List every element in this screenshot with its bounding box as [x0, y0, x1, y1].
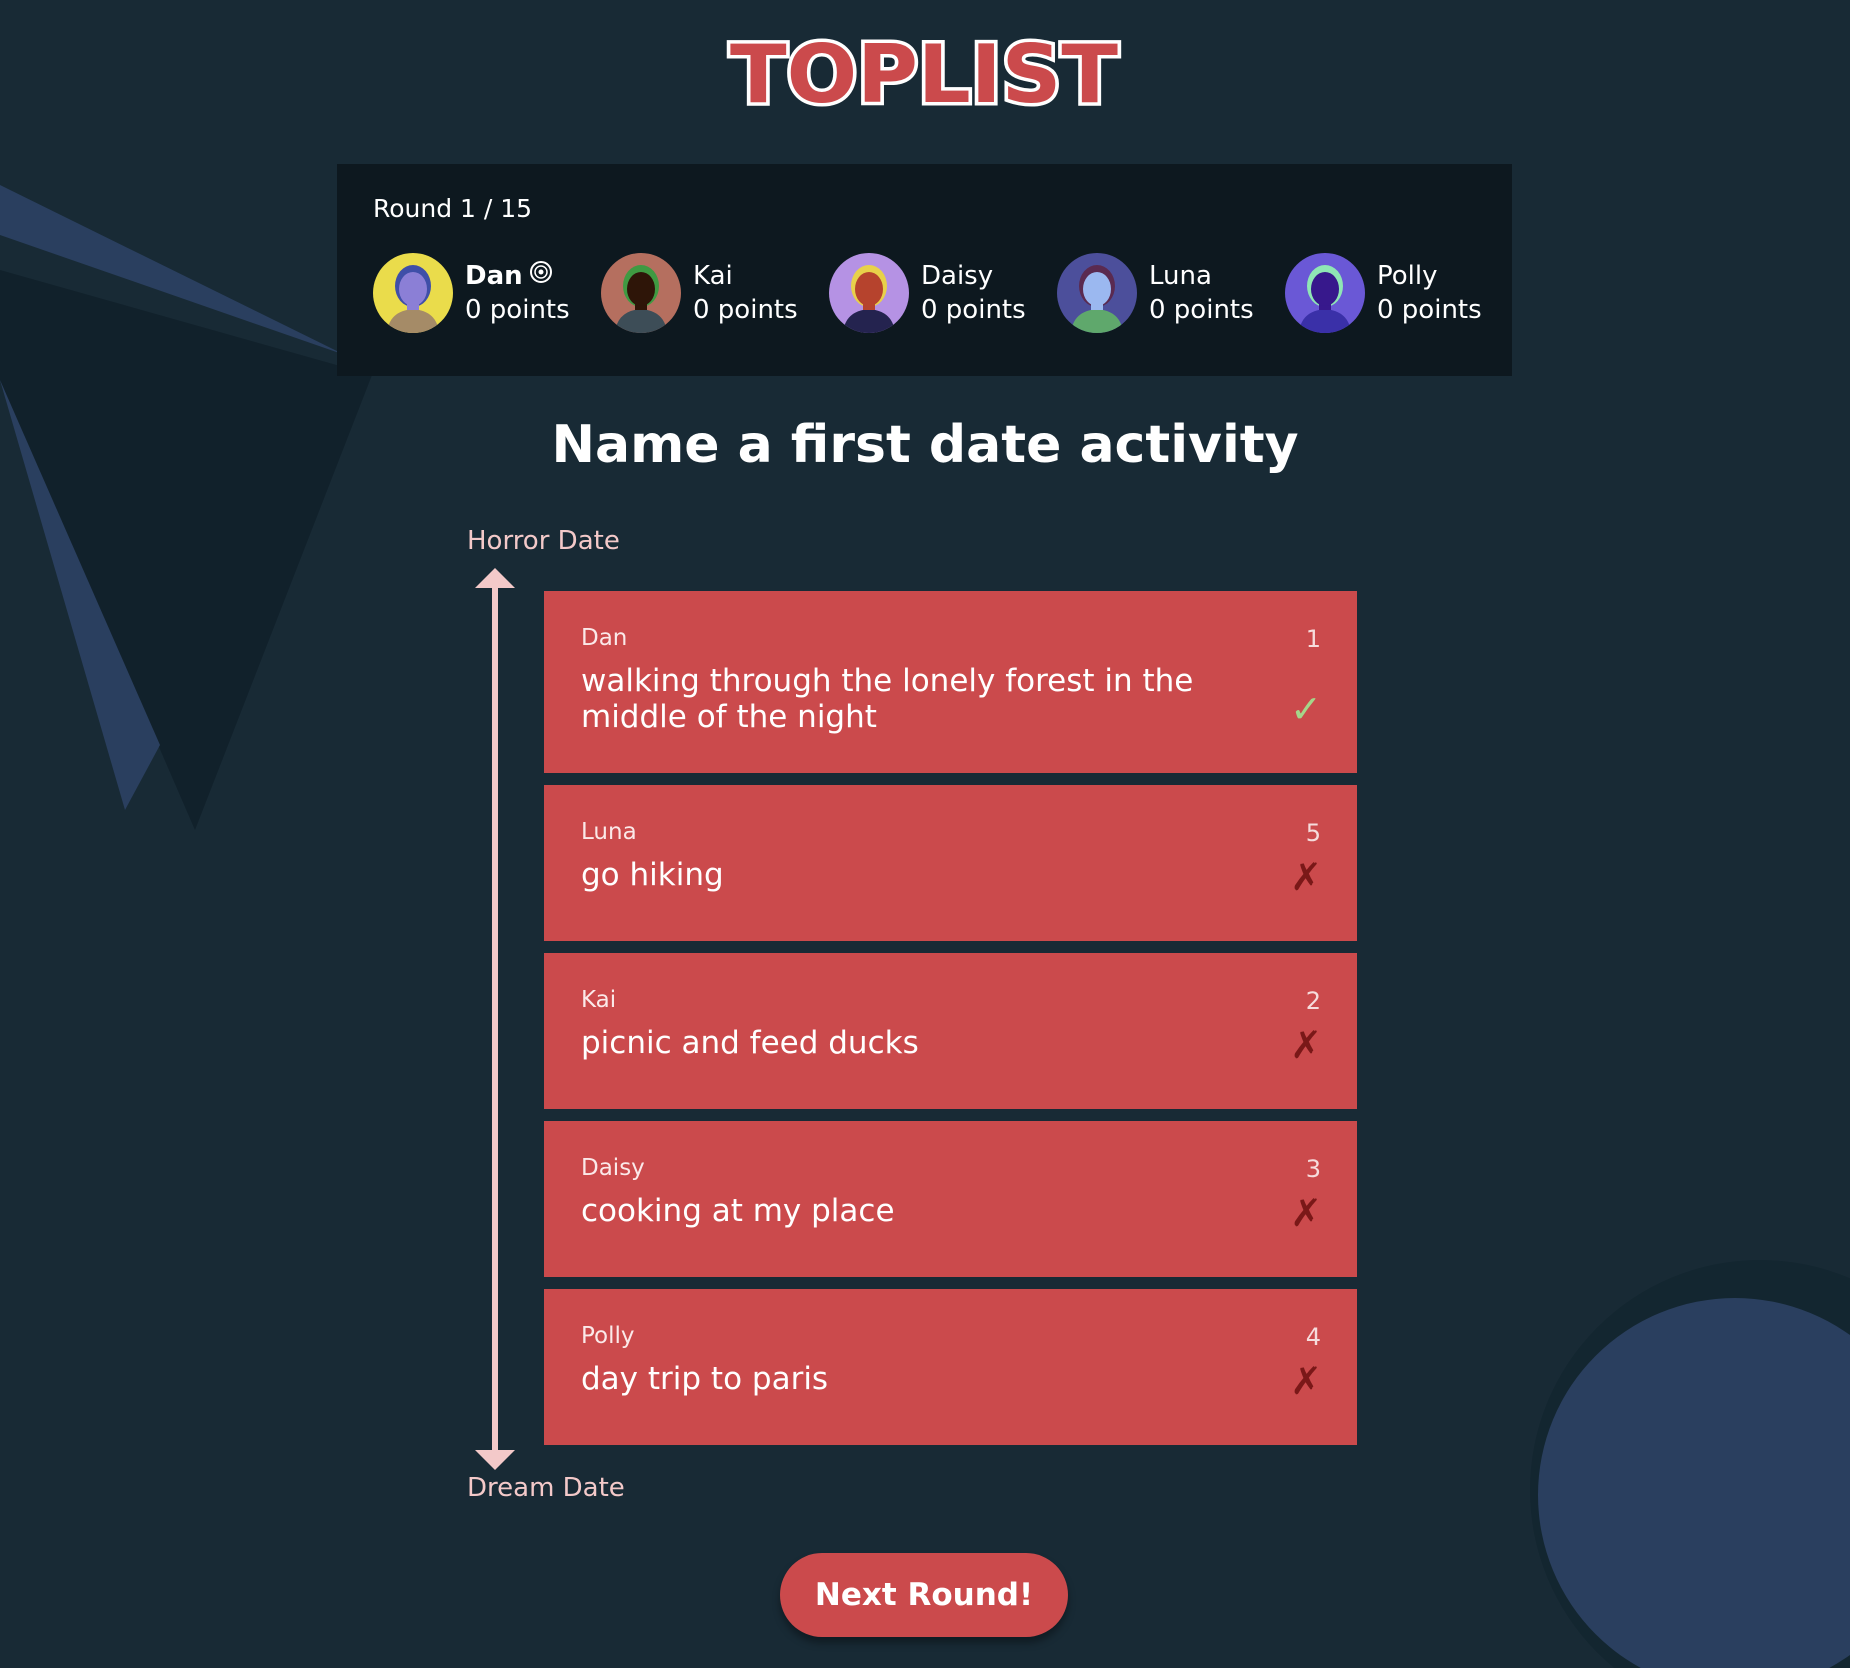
host-icon — [529, 259, 553, 293]
avatar — [373, 253, 453, 333]
answer-rank: 1 — [1305, 625, 1321, 653]
checkmark-icon: ✓ — [1290, 687, 1322, 731]
player-info: Dan 0 points — [465, 259, 570, 327]
player-info: Daisy 0 points — [921, 259, 1026, 327]
answer-text: day trip to paris — [581, 1361, 829, 1397]
player-info: Kai 0 points — [693, 259, 798, 327]
player-name-row: Kai — [693, 259, 798, 293]
svg-text:TOPLIST: TOPLIST — [730, 28, 1118, 121]
player-name: Dan — [465, 261, 523, 291]
cross-icon: ✗ — [1290, 855, 1322, 899]
avatar — [1057, 253, 1137, 333]
player-name: Daisy — [921, 261, 994, 291]
answer-card[interactable]: Dan walking through the lonely forest in … — [544, 591, 1357, 773]
scale-top-label: Horror Date — [467, 526, 620, 556]
player-name-row: Dan — [465, 259, 570, 293]
answer-rank: 3 — [1305, 1155, 1321, 1183]
cross-icon: ✗ — [1290, 1359, 1322, 1403]
next-round-button[interactable]: Next Round! — [780, 1553, 1068, 1637]
scale-arrow — [475, 568, 515, 1470]
player-polly: Polly 0 points — [1285, 253, 1513, 333]
answer-rank: 4 — [1305, 1323, 1321, 1351]
answer-author: Dan — [581, 625, 628, 651]
answer-author: Polly — [581, 1323, 635, 1349]
scoreboard: Round 1 / 15 Dan 0 points Kai 0 points Daisy… — [337, 164, 1512, 376]
player-name-row: Polly — [1377, 259, 1482, 293]
player-name: Polly — [1377, 261, 1438, 291]
answer-rank: 5 — [1305, 819, 1321, 847]
player-luna: Luna 0 points — [1057, 253, 1285, 333]
player-points: 0 points — [693, 295, 798, 325]
player-kai: Kai 0 points — [601, 253, 829, 333]
answer-text: picnic and feed ducks — [581, 1025, 919, 1061]
player-name-row: Daisy — [921, 259, 1026, 293]
answer-card[interactable]: Daisy cooking at my place 3 ✗ — [544, 1121, 1357, 1277]
answer-card[interactable]: Polly day trip to paris 4 ✗ — [544, 1289, 1357, 1445]
answer-text: go hiking — [581, 857, 724, 893]
player-dan: Dan 0 points — [373, 253, 601, 333]
answer-card[interactable]: Kai picnic and feed ducks 2 ✗ — [544, 953, 1357, 1109]
player-name: Kai — [693, 261, 733, 291]
scale-bottom-label: Dream Date — [467, 1473, 625, 1503]
player-points: 0 points — [1377, 295, 1482, 325]
toplist-logo: TOPLIST — [727, 26, 1122, 125]
answer-rank: 2 — [1305, 987, 1321, 1015]
answer-text: cooking at my place — [581, 1193, 895, 1229]
cross-icon: ✗ — [1290, 1023, 1322, 1067]
player-points: 0 points — [465, 295, 570, 325]
question-title: Name a first date activity — [551, 415, 1299, 475]
answer-author: Daisy — [581, 1155, 645, 1181]
round-counter: Round 1 / 15 — [373, 194, 533, 223]
cross-icon: ✗ — [1290, 1191, 1322, 1235]
player-info: Polly 0 points — [1377, 259, 1482, 327]
answer-author: Kai — [581, 987, 617, 1013]
answer-text: walking through the lonely forest in the… — [581, 663, 1194, 735]
avatar — [1285, 253, 1365, 333]
answer-list: Dan walking through the lonely forest in … — [544, 591, 1357, 1457]
player-points: 0 points — [921, 295, 1026, 325]
avatar — [601, 253, 681, 333]
player-name-row: Luna — [1149, 259, 1254, 293]
avatar — [829, 253, 909, 333]
player-info: Luna 0 points — [1149, 259, 1254, 327]
answer-card[interactable]: Luna go hiking 5 ✗ — [544, 785, 1357, 941]
answer-author: Luna — [581, 819, 637, 845]
player-daisy: Daisy 0 points — [829, 253, 1057, 333]
player-name: Luna — [1149, 261, 1212, 291]
player-list: Dan 0 points Kai 0 points Daisy 0 points Luna 0… — [373, 253, 1513, 333]
player-points: 0 points — [1149, 295, 1254, 325]
